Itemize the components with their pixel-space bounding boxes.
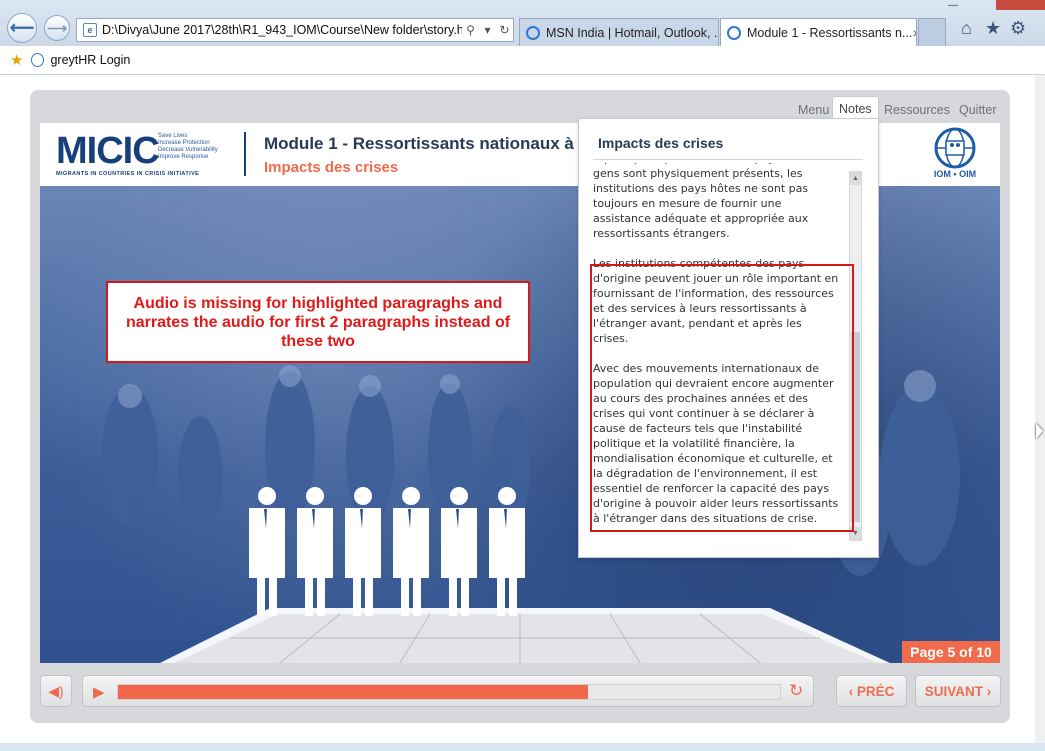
slide-subtitle: Impacts des crises [264, 159, 399, 176]
close-icon[interactable]: × [912, 25, 916, 41]
mouse-cursor-icon [1036, 423, 1043, 439]
prev-button[interactable]: ‹ PRÉC [836, 675, 907, 707]
tab-label: MSN India | Hotmail, Outlook, ... [546, 25, 719, 40]
window-close-button[interactable] [996, 0, 1045, 10]
micic-logo: MICIC Save Lives Increase Protection Dec… [56, 129, 231, 179]
seekbar-progress [118, 685, 588, 699]
gear-icon[interactable]: ⚙ [1010, 18, 1026, 39]
scroll-down-arrow-icon[interactable]: ▼ [850, 527, 861, 540]
notes-paragraph: repose principalement sur le pays où les… [593, 163, 816, 240]
seekbar[interactable] [117, 684, 781, 700]
browser-toolbar: — ⟵ ⟶ e D:\Divya\June 2017\28th\R1_943_I… [0, 0, 1045, 47]
home-icon[interactable]: ⌂ [961, 18, 972, 39]
tab-msn[interactable]: MSN India | Hotmail, Outlook, ... [519, 18, 719, 46]
back-arrow-icon[interactable]: ⟵ [7, 13, 37, 43]
tab-label: Module 1 - Ressortissants n... [747, 25, 913, 40]
next-button[interactable]: SUIVANT › [915, 675, 1001, 707]
favorites-bar: ★ greytHR Login [0, 46, 1045, 75]
page-indicator: Page 5 of 10 [902, 641, 1000, 663]
quit-tab[interactable]: Quitter [953, 98, 1003, 122]
notes-panel: Impacts des crises repose principalement… [578, 118, 879, 558]
micic-subline: MIGRANTS IN COUNTRIES IN CRISIS INITIATI… [56, 171, 200, 177]
micic-logo-text: MICIC [56, 130, 160, 172]
favorite-greythr-login[interactable]: greytHR Login [50, 53, 130, 67]
ie-icon [526, 25, 540, 40]
refresh-icon[interactable]: ↻ [496, 23, 513, 37]
replay-icon[interactable]: ↻ [789, 681, 803, 701]
page-scrollbar[interactable] [1035, 75, 1045, 743]
play-icon[interactable]: ▶ [93, 683, 105, 701]
dropdown-arrow-icon[interactable]: ▾ [479, 23, 496, 37]
iom-label: IOM • OIM [933, 169, 977, 179]
star-icon[interactable]: ★ [985, 18, 1001, 39]
bug-annotation-callout: Audio is missing for highlighted paragra… [106, 281, 530, 363]
notes-paragraph: Les institutions compétentes des pays d'… [593, 257, 839, 345]
player-controls: ◀) ▶ ↻ ‹ PRÉC SUIVANT › [40, 675, 1001, 709]
page-icon: e [83, 23, 97, 37]
notes-title: Impacts des crises [598, 135, 724, 151]
micic-tagline: Save Lives Increase Protection Decrease … [158, 133, 218, 161]
globe-icon [934, 127, 976, 169]
favorites-star-icon[interactable]: ★ [10, 51, 23, 69]
notes-divider [593, 159, 863, 160]
module-title: Module 1 - Ressortissants nationaux à l' [264, 134, 588, 153]
resources-tab[interactable]: Ressources [878, 98, 956, 122]
tagline-line: Decrease Vulnerability [158, 147, 218, 153]
notes-paragraph: Avec des mouvements internationaux de po… [593, 362, 839, 525]
status-strip [0, 743, 1045, 751]
forward-arrow-icon[interactable]: ⟶ [44, 15, 70, 41]
scroll-thumb[interactable] [851, 332, 860, 522]
course-player: Menu Notes Ressources Quitter MICIC Save… [30, 90, 1010, 723]
window-minimize-button[interactable]: — [948, 0, 968, 11]
ie-icon [31, 53, 45, 67]
notes-scrollbar[interactable]: ▲ ▼ [849, 171, 862, 541]
notes-scroll-area[interactable]: repose principalement sur le pays où les… [593, 163, 849, 541]
tagline-line: Improve Response [158, 154, 209, 160]
tab-module-1[interactable]: Module 1 - Ressortissants n... × [720, 18, 917, 46]
search-icon[interactable]: ⚲ [462, 23, 479, 37]
address-bar[interactable]: e D:\Divya\June 2017\28th\R1_943_IOM\Cou… [76, 18, 514, 42]
volume-icon[interactable]: ◀) [40, 675, 72, 707]
iom-logo: IOM • OIM [926, 127, 984, 183]
notes-body: repose principalement sur le pays où les… [593, 163, 839, 541]
scroll-up-arrow-icon[interactable]: ▲ [850, 172, 861, 185]
tagline-line: Save Lives [158, 133, 188, 139]
tagline-line: Increase Protection [158, 140, 210, 146]
header-divider [244, 132, 246, 176]
url-text[interactable]: D:\Divya\June 2017\28th\R1_943_IOM\Cours… [102, 23, 462, 37]
seek-group: ▶ ↻ [82, 675, 814, 707]
ie-icon [727, 25, 741, 40]
new-tab-button[interactable] [918, 18, 946, 46]
